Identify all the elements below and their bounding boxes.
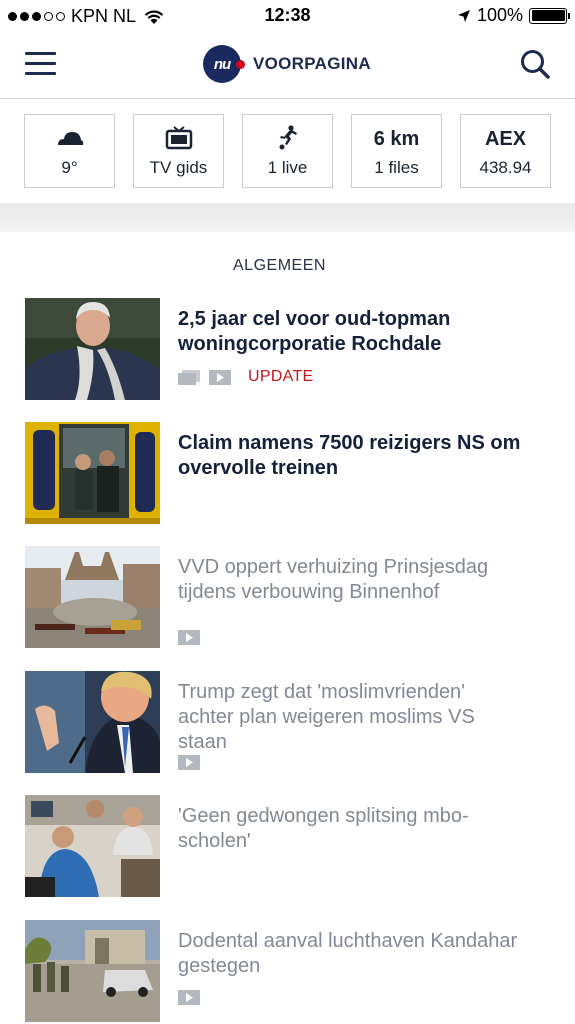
temperature-value: 9°	[61, 158, 78, 177]
article-title: VVD oppert verhuizing Prinsjesdag tijden…	[178, 556, 489, 603]
tv-guide-label: TV gids	[149, 158, 208, 177]
video-icon	[178, 755, 200, 770]
search-icon[interactable]	[519, 48, 551, 80]
battery-level	[531, 10, 565, 21]
traffic-distance: 6 km	[373, 128, 420, 150]
status-bar: KPN NL 12:38 100%	[0, 0, 575, 32]
logo-red-dot	[236, 60, 245, 69]
article-item[interactable]: Trump zegt dat 'moslimvrienden' achter p…	[25, 671, 555, 773]
battery-percentage: 100%	[476, 5, 523, 25]
live-sports-widget[interactable]: 1 live	[242, 114, 333, 188]
section-heading: ALGEMEEN	[233, 257, 326, 274]
gallery-icon	[178, 369, 200, 385]
video-icon	[178, 990, 200, 1005]
article-item[interactable]: VVD oppert verhuizing Prinsjesdag tijden…	[25, 546, 555, 648]
article-title: Claim namens 7500 reizigers NS om overvo…	[178, 432, 521, 479]
page-title: VOORPAGINA	[253, 54, 371, 73]
article-title: 2,5 jaar cel voor oud-topman woningcorpo…	[178, 308, 451, 355]
navigation-bar: nu VOORPAGINA	[0, 32, 575, 99]
article-title: 'Geen gedwongen splitsing mbo-scholen'	[178, 805, 469, 852]
cloud-icon	[25, 126, 114, 150]
traffic-widget[interactable]: 6 km 1 files	[351, 114, 442, 188]
menu-line	[25, 72, 56, 75]
tv-guide-widget[interactable]: TV gids	[133, 114, 224, 188]
article-thumbnail	[25, 795, 160, 897]
status-right: 100%	[457, 5, 570, 26]
article-thumbnail	[25, 298, 160, 400]
article-item[interactable]: Dodental aanval luchthaven Kandahar gest…	[25, 920, 555, 1022]
article-item[interactable]: 2,5 jaar cel voor oud-topman woningcorpo…	[25, 298, 555, 400]
article-thumbnail	[25, 422, 160, 524]
traffic-jams-label: 1 files	[374, 158, 419, 177]
article-thumbnail	[25, 671, 160, 773]
update-badge: UPDATE	[248, 368, 314, 385]
service-widgets: 9° TV gids 1 live 6 km 1 files AEX 438.9…	[0, 100, 575, 203]
hamburger-menu-button[interactable]	[25, 52, 56, 76]
article-meta	[178, 755, 200, 770]
article-item[interactable]: Claim namens 7500 reizigers NS om overvo…	[25, 422, 555, 524]
soccer-player-icon	[243, 125, 332, 150]
location-arrow-icon	[457, 9, 470, 22]
article-item[interactable]: 'Geen gedwongen splitsing mbo-scholen'	[25, 795, 555, 897]
menu-line	[25, 62, 56, 65]
nu-logo: nu	[203, 45, 245, 83]
home-logo-link[interactable]: nu VOORPAGINA	[203, 45, 371, 83]
video-icon	[178, 630, 200, 645]
article-title: Dodental aanval luchthaven Kandahar gest…	[178, 930, 518, 977]
article-title: Trump zegt dat 'moslimvrienden' achter p…	[178, 681, 475, 753]
article-meta	[178, 990, 200, 1005]
aex-label: AEX	[484, 128, 527, 150]
article-thumbnail	[25, 546, 160, 648]
menu-line	[25, 52, 56, 55]
weather-widget[interactable]: 9°	[24, 114, 115, 188]
aex-value: 438.94	[479, 158, 532, 177]
tv-icon	[134, 126, 223, 150]
article-meta	[178, 630, 200, 645]
section-divider	[0, 203, 575, 232]
article-thumbnail	[25, 920, 160, 1022]
video-icon	[209, 369, 231, 385]
aex-widget[interactable]: AEX 438.94	[460, 114, 551, 188]
logo-text: nu	[213, 55, 231, 73]
battery-icon	[529, 7, 570, 24]
live-count-label: 1 live	[267, 158, 308, 177]
article-meta: UPDATE	[178, 368, 314, 386]
